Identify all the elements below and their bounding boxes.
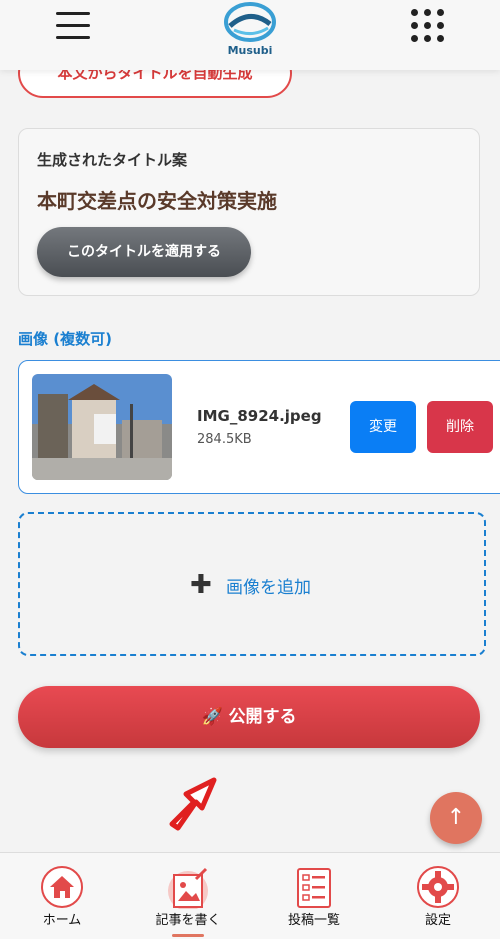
add-image-dropzone[interactable]: ✚ 画像を追加 [18, 512, 486, 656]
generated-title-card: 生成されたタイトル案 本町交差点の安全対策実施 このタイトルを適用する [18, 128, 480, 296]
bottom-nav: ホーム 記事を書く 投稿一覧 設定 [0, 852, 500, 939]
plus-icon: ✚ [190, 570, 212, 600]
generated-title-label: 生成されたタイトル案 [37, 151, 188, 169]
generated-title-text: 本町交差点の安全対策実施 [37, 189, 277, 213]
change-image-button[interactable]: 変更 [350, 401, 416, 453]
apply-title-button[interactable]: このタイトルを適用する [37, 227, 251, 277]
apps-grid-icon[interactable] [411, 9, 445, 43]
publish-button[interactable]: 🚀 公開する [18, 686, 480, 748]
logo-text: Musubi [227, 44, 273, 57]
nav-item-posts[interactable]: 投稿一覧 [254, 857, 374, 937]
logo-mark-icon [224, 2, 276, 42]
nav-label-home: ホーム [42, 913, 82, 928]
top-bar: Musubi [0, 0, 500, 70]
nav-item-home[interactable]: ホーム [2, 857, 122, 937]
home-icon [41, 866, 83, 908]
logo[interactable]: Musubi [220, 0, 280, 60]
nav-item-write[interactable]: 記事を書く [128, 857, 248, 937]
write-icon [168, 867, 208, 909]
delete-image-button[interactable]: 削除 [427, 401, 493, 453]
images-section-label: 画像 (複数可) [18, 330, 112, 348]
image-list-item: IMG_8924.jpeg 284.5KB 変更 削除 [18, 360, 500, 494]
nav-label-settings: 設定 [424, 913, 451, 928]
image-thumbnail[interactable] [32, 374, 172, 480]
nav-label-posts: 投稿一覧 [287, 913, 340, 928]
gear-icon [417, 866, 459, 908]
pointer-arrow-icon [169, 777, 217, 831]
scroll-to-top-button[interactable]: ↑ [430, 792, 482, 844]
active-indicator [172, 934, 204, 937]
add-image-label: 画像を追加 [226, 578, 311, 598]
hamburger-menu-icon[interactable] [56, 12, 90, 40]
nav-label-write: 記事を書く [155, 913, 221, 928]
image-filesize: 284.5KB [197, 432, 252, 447]
list-icon [297, 868, 331, 908]
image-filename: IMG_8924.jpeg [197, 407, 322, 425]
nav-item-settings[interactable]: 設定 [378, 857, 498, 937]
